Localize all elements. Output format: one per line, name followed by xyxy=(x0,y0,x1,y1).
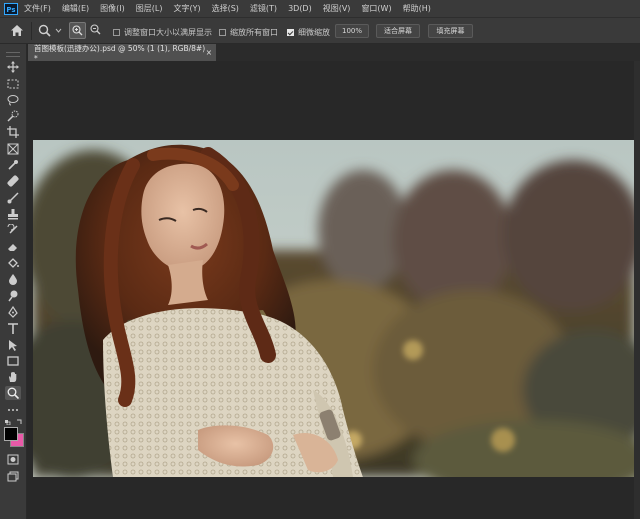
zoom-all-windows-checkbox[interactable] xyxy=(219,29,226,36)
hand-icon[interactable] xyxy=(5,370,21,384)
tools-panel xyxy=(0,44,27,519)
photoshop-logo[interactable]: Ps xyxy=(4,2,18,15)
type-icon[interactable] xyxy=(5,322,21,336)
resize-windows-checkbox[interactable] xyxy=(113,29,120,36)
options-bar: 调整窗口大小以满屏显示 缩放所有窗口 细微缩放 100% 适合屏幕 填充屏幕 xyxy=(0,17,640,44)
menu-help[interactable]: 帮助(H) xyxy=(403,3,431,14)
portrait-photo xyxy=(33,140,634,477)
scrubby-zoom-label: 细微缩放 xyxy=(298,28,330,37)
healing-icon[interactable] xyxy=(5,174,21,188)
menu-image[interactable]: 图像(I) xyxy=(100,3,125,14)
brush-icon[interactable] xyxy=(5,191,21,205)
zoom-tool-icon[interactable] xyxy=(5,386,21,400)
marquee-icon[interactable] xyxy=(5,77,21,91)
zoom-in-button[interactable] xyxy=(69,22,86,39)
move-icon[interactable] xyxy=(5,60,21,74)
zoom-tool-preset-picker[interactable] xyxy=(38,24,62,37)
zoom-out-button[interactable] xyxy=(90,24,101,35)
menu-type[interactable]: 文字(Y) xyxy=(173,3,200,14)
paint-bucket-icon[interactable] xyxy=(5,256,21,270)
menu-select[interactable]: 选择(S) xyxy=(212,3,239,14)
scrubby-zoom-option[interactable]: 细微缩放 xyxy=(287,27,330,38)
pen-icon[interactable] xyxy=(5,305,21,319)
blur-icon[interactable] xyxy=(5,272,21,286)
resize-windows-option[interactable]: 调整窗口大小以满屏显示 xyxy=(113,27,212,38)
fill-screen-button[interactable]: 填充屏幕 xyxy=(428,24,473,38)
swap-colors-icon[interactable] xyxy=(5,418,23,426)
zoom-in-icon xyxy=(72,25,83,36)
close-icon[interactable]: × xyxy=(206,48,212,57)
menu-view[interactable]: 视图(V) xyxy=(323,3,351,14)
zoom-all-windows-option[interactable]: 缩放所有窗口 xyxy=(219,27,278,38)
document-tab-title: 首图模板(迅捷办公).psd @ 50% (1 (1), RGB/8#) * xyxy=(34,43,206,63)
document-tab-bar: 首图模板(迅捷办公).psd @ 50% (1 (1), RGB/8#) * × xyxy=(28,43,640,63)
menu-file[interactable]: 文件(F) xyxy=(24,3,51,14)
quick-mask-icon[interactable] xyxy=(5,452,21,466)
document-tab[interactable]: 首图模板(迅捷办公).psd @ 50% (1 (1), RGB/8#) * × xyxy=(28,43,216,63)
zoom-100-button[interactable]: 100% xyxy=(335,24,369,38)
fit-screen-button[interactable]: 适合屏幕 xyxy=(376,24,420,38)
scrubby-zoom-checkbox[interactable] xyxy=(287,29,294,36)
foreground-color-swatch[interactable] xyxy=(4,427,18,441)
crop-icon[interactable] xyxy=(5,125,21,139)
chevron-down-icon xyxy=(55,28,62,33)
lasso-icon[interactable] xyxy=(5,93,21,107)
home-button[interactable] xyxy=(10,24,24,37)
zoom-out-icon xyxy=(90,24,101,35)
stamp-icon[interactable] xyxy=(5,207,21,221)
frame-icon[interactable] xyxy=(5,142,21,156)
menu-3d[interactable]: 3D(D) xyxy=(288,4,312,13)
zoom-icon xyxy=(38,24,51,37)
resize-windows-label: 调整窗口大小以满屏显示 xyxy=(124,28,212,37)
panel-grip[interactable] xyxy=(6,52,20,57)
divider xyxy=(31,22,32,40)
dodge-icon[interactable] xyxy=(5,289,21,303)
menu-window[interactable]: 窗口(W) xyxy=(361,3,391,14)
rectangle-icon[interactable] xyxy=(5,354,21,368)
quick-select-icon[interactable] xyxy=(5,109,21,123)
home-icon xyxy=(11,25,23,36)
menu-bar: Ps 文件(F) 编辑(E) 图像(I) 图层(L) 文字(Y) 选择(S) 滤… xyxy=(0,0,640,17)
path-select-icon[interactable] xyxy=(5,338,21,352)
eraser-icon[interactable] xyxy=(5,240,21,254)
history-brush-icon[interactable] xyxy=(5,223,21,237)
canvas-image[interactable] xyxy=(33,140,634,477)
more-icon[interactable] xyxy=(5,403,21,417)
menu-layer[interactable]: 图层(L) xyxy=(136,3,163,14)
eyedropper-icon[interactable] xyxy=(5,158,21,172)
screen-mode-icon[interactable] xyxy=(5,469,21,483)
menu-edit[interactable]: 编辑(E) xyxy=(62,3,89,14)
zoom-all-windows-label: 缩放所有窗口 xyxy=(230,28,278,37)
vertical-scrollbar[interactable] xyxy=(634,61,640,519)
menu-filter[interactable]: 滤镜(T) xyxy=(250,3,277,14)
